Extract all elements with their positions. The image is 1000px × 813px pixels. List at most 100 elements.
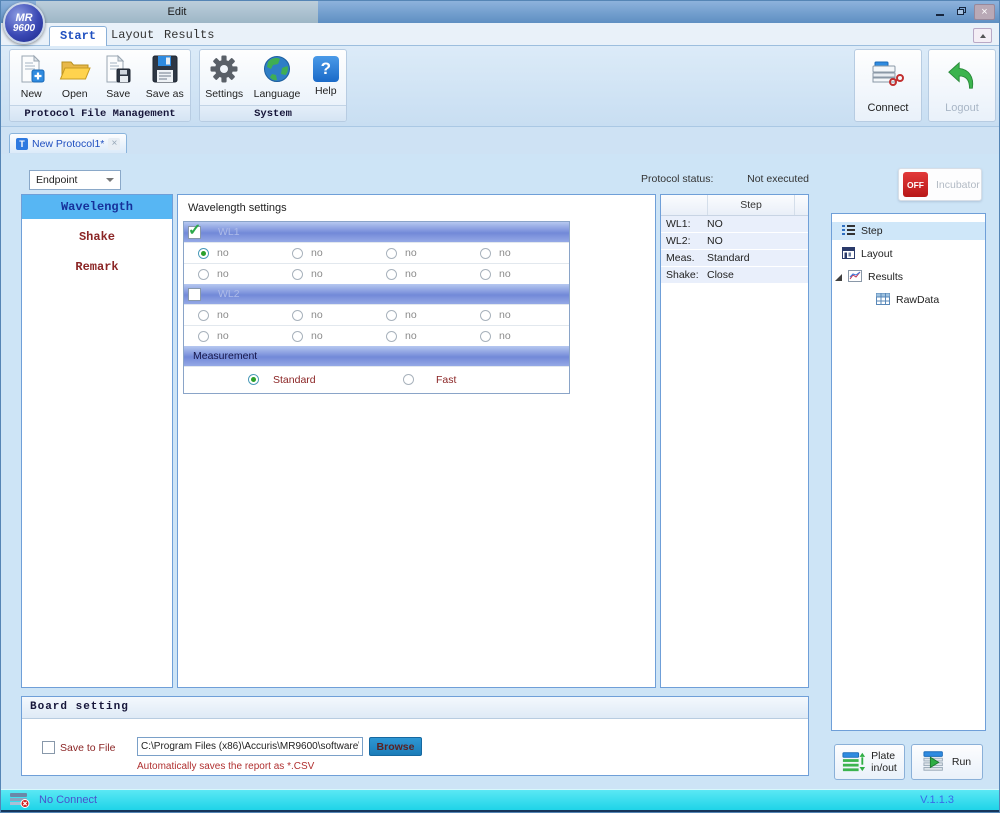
step-row-value: NO [707,235,808,247]
wl2-radio-8-label: no [499,330,511,342]
settings-button[interactable]: Settings [203,54,245,100]
protocol-status-value: Not executed [747,173,809,185]
logout-button[interactable]: Logout [928,49,996,122]
language-button[interactable]: Language [252,54,303,100]
close-button[interactable]: × [974,4,995,20]
status-bar: No Connect V.1.1.3 [1,789,999,810]
report-path-input[interactable] [137,737,363,756]
wl1-radio-7[interactable] [386,269,397,280]
plate-icon [842,749,866,776]
document-tab-new-protocol[interactable]: T New Protocol1* × [9,133,127,153]
document-tab-close-icon[interactable]: × [108,138,120,150]
save-as-floppy-icon [150,54,180,87]
wl1-radio-4[interactable] [480,248,491,259]
step-row-name: WL1: [661,218,707,230]
wl1-option-row-2: no no no no [184,263,569,284]
window-bottom-edge [1,810,999,812]
tree-item-rawdata[interactable]: RawData [832,291,985,309]
tree-item-layout[interactable]: Layout [832,245,985,263]
incubator-off-badge: OFF [903,172,928,197]
wl1-radio-1[interactable] [198,248,209,259]
step-table-header-label: Step [708,195,794,215]
logo-text-line2: 9600 [13,24,35,34]
question-mark-icon: ? [313,56,339,82]
mode-select[interactable]: Endpoint [29,170,121,190]
wl1-radio-7-label: no [405,268,417,280]
wl1-radio-2[interactable] [292,248,303,259]
new-document-icon [16,54,46,87]
browse-button[interactable]: Browse [369,737,422,756]
wl1-header-label: WL1 [218,226,240,238]
wl2-radio-8[interactable] [480,331,491,342]
run-play-icon [923,749,947,776]
group-label-system: System [200,105,346,122]
restore-button[interactable] [952,4,971,18]
step-summary-panel: Step WL1: NO WL2: NO Meas. Standard Shak… [660,194,809,688]
step-table-header: Step [661,195,808,216]
wl2-header: WL2 [184,284,569,304]
save-as-button[interactable]: Save as [144,54,186,100]
wl1-radio-6[interactable] [292,269,303,280]
wl1-radio-3[interactable] [386,248,397,259]
document-tab-label: New Protocol1* [32,138,104,150]
save-to-file-option[interactable]: Save to File [42,741,115,754]
step-row-value: NO [707,218,808,230]
step-row-value: Close [707,269,808,281]
app-logo[interactable]: MR 9600 [3,2,45,44]
tab-start[interactable]: Start [49,26,107,47]
sidebar-item-wavelength[interactable]: Wavelength [22,195,172,219]
save-to-file-checkbox[interactable] [42,741,55,754]
minimize-button[interactable] [930,4,949,18]
wavelength-settings-box: WL1 no no no no no no no no WL2 [183,221,570,394]
new-button[interactable]: New [14,54,48,100]
wl2-header-label: WL2 [218,288,240,300]
wl2-radio-3[interactable] [386,310,397,321]
tree-expander-icon[interactable] [835,274,842,281]
group-protocol-file-management: New Open Save Save as Protocol File Mana… [9,49,191,122]
wl2-radio-4[interactable] [480,310,491,321]
wl1-radio-5[interactable] [198,269,209,280]
run-button[interactable]: Run [911,744,983,780]
sidebar-item-remark[interactable]: Remark [22,255,172,279]
group-label-protocol-file-management: Protocol File Management [10,105,190,122]
save-button-label: Save [106,88,130,100]
incubator-button[interactable]: OFF Incubator [898,168,982,201]
wl2-option-row-2: no no no no [184,325,569,346]
wl1-checkbox[interactable] [188,226,201,239]
sidebar-item-shake[interactable]: Shake [22,225,172,249]
open-button-label: Open [62,88,88,100]
layout-table-icon [842,247,855,262]
open-folder-icon [59,54,91,87]
wl2-radio-6[interactable] [292,331,303,342]
table-row: Shake: Close [661,267,808,284]
gear-icon [209,54,239,87]
connect-button[interactable]: Connect [854,49,922,122]
tree-item-rawdata-label: RawData [896,294,939,306]
wl2-radio-5-label: no [217,330,229,342]
save-button[interactable]: Save [101,54,135,100]
tree-item-results[interactable]: Results [832,268,985,286]
table-row: Meas. Standard [661,250,808,267]
wavelength-settings-title: Wavelength settings [188,202,287,214]
wl2-radio-2[interactable] [292,310,303,321]
autosave-hint: Automatically saves the report as *.CSV [137,761,314,772]
plate-in-out-button[interactable]: Plate in/out [834,744,905,780]
wl2-radio-7[interactable] [386,331,397,342]
help-button[interactable]: ? Help [309,54,343,97]
tree-item-layout-label: Layout [861,248,893,260]
step-row-name: WL2: [661,235,707,247]
wl1-radio-8-label: no [499,268,511,280]
tab-results[interactable]: Results [154,26,224,45]
wl2-radio-5[interactable] [198,331,209,342]
measurement-standard-radio[interactable] [248,374,259,385]
application-window: Edit × MR 9600 Start Layout Results New [0,0,1000,813]
language-button-label: Language [254,88,301,100]
tree-item-step[interactable]: Step [832,222,985,240]
measurement-fast-radio[interactable] [403,374,414,385]
open-button[interactable]: Open [57,54,93,100]
collapse-ribbon-button[interactable] [973,28,992,43]
wl2-checkbox[interactable] [188,288,201,301]
wl2-radio-1[interactable] [198,310,209,321]
tree-item-step-label: Step [861,225,883,237]
wl1-radio-8[interactable] [480,269,491,280]
